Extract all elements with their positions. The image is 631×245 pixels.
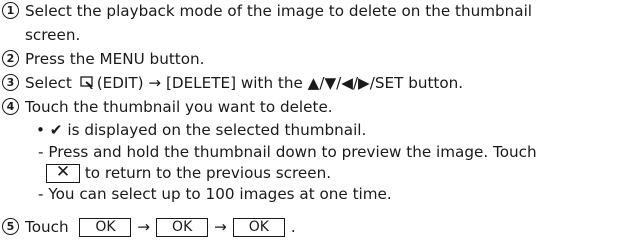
arrow: → — [137, 218, 151, 236]
step-text: Touch OK → OK → OK. — [25, 218, 296, 237]
note-preview-continued: ✕ to return to the previous screen. — [46, 163, 331, 184]
step-number: 3 — [2, 74, 19, 91]
checkmark-icon: ✔ — [49, 121, 63, 139]
period: . — [290, 218, 296, 236]
arrow: → — [214, 218, 227, 236]
note-text: is displayed on the selected thumbnail. — [67, 121, 367, 139]
step-number: 2 — [2, 50, 19, 67]
note-preview: - Press and hold the thumbnail down to p… — [38, 142, 537, 162]
step-text: Select the playback mode of the image to… — [25, 2, 533, 20]
dash: - — [38, 143, 44, 161]
note-text: to return to the previous screen. — [84, 164, 332, 182]
ok-button[interactable]: OK — [232, 218, 285, 237]
dash: - — [38, 185, 44, 203]
instruction-list: 1 Select the playback mode of the image … — [0, 0, 631, 245]
note-text: Press and hold the thumbnail down to pre… — [48, 143, 537, 161]
step-number: 4 — [2, 98, 19, 115]
step-text: Press the MENU button. — [25, 50, 205, 68]
ok-button[interactable]: OK — [156, 218, 209, 237]
note-text: You can select up to 100 images at one t… — [48, 185, 392, 203]
ok-button[interactable]: OK — [79, 218, 132, 237]
note-checkmark: • ✔ is displayed on the selected thumbna… — [36, 120, 366, 140]
edit-icon — [80, 76, 93, 89]
bullet: • — [36, 121, 45, 139]
step-number: 1 — [2, 2, 19, 19]
step-text: Select (EDIT) → [DELETE] with the ▲/▼/◀/… — [25, 74, 464, 92]
step-number: 5 — [2, 218, 19, 235]
close-button[interactable]: ✕ — [46, 164, 80, 183]
step-text: Touch the thumbnail you want to delete. — [25, 98, 333, 116]
step-text: screen. — [25, 26, 81, 44]
note-limit: - You can select up to 100 images at one… — [38, 184, 392, 204]
